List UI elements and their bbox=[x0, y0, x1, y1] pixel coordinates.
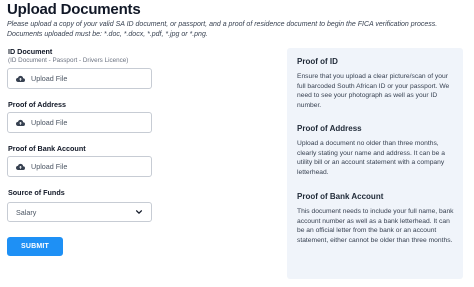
cloud-upload-icon bbox=[16, 74, 25, 83]
proof-of-address-label: Proof of Address bbox=[8, 100, 67, 109]
id-document-label: ID Document bbox=[8, 47, 53, 56]
proof-of-bank-account-upload-button[interactable]: Upload File bbox=[7, 156, 152, 177]
info-section-body: This document needs to include your full… bbox=[297, 208, 454, 245]
proof-of-bank-account-upload-label: Upload File bbox=[31, 162, 68, 171]
id-document-sublabel: (ID Document - Passport - Drivers Licenc… bbox=[8, 57, 129, 64]
chevron-down-icon bbox=[135, 208, 143, 216]
info-section-title: Proof of Bank Account bbox=[297, 192, 384, 201]
source-of-funds-select[interactable]: Salary bbox=[7, 202, 152, 222]
intro-text: Please upload a copy of your valid SA ID… bbox=[7, 21, 438, 38]
cloud-upload-icon bbox=[16, 162, 25, 171]
source-of-funds-value: Salary bbox=[16, 207, 37, 217]
info-section-proof-of-bank-account: Proof of Bank Account This document need… bbox=[297, 192, 455, 246]
info-section-body: Upload a document no older than three mo… bbox=[297, 140, 445, 177]
info-section-proof-of-id: Proof of ID Ensure that you upload a cle… bbox=[297, 57, 455, 111]
info-section-body: Ensure that you upload a clear picture/s… bbox=[297, 73, 450, 110]
info-section-title: Proof of ID bbox=[297, 57, 338, 66]
info-panel: Proof of ID Ensure that you upload a cle… bbox=[287, 48, 463, 279]
submit-button[interactable]: SUBMIT bbox=[7, 237, 63, 256]
source-of-funds-label: Source of Funds bbox=[8, 188, 65, 197]
info-section-proof-of-address: Proof of Address Upload a document no ol… bbox=[297, 124, 455, 178]
id-document-upload-label: Upload File bbox=[31, 74, 68, 83]
proof-of-address-upload-button[interactable]: Upload File bbox=[7, 112, 152, 133]
info-section-title: Proof of Address bbox=[297, 124, 362, 133]
proof-of-bank-account-label: Proof of Bank Account bbox=[8, 144, 86, 153]
id-document-upload-button[interactable]: Upload File bbox=[7, 68, 152, 89]
cloud-upload-icon bbox=[16, 118, 25, 127]
page-title: Upload Documents bbox=[7, 1, 141, 18]
proof-of-address-upload-label: Upload File bbox=[31, 118, 68, 127]
